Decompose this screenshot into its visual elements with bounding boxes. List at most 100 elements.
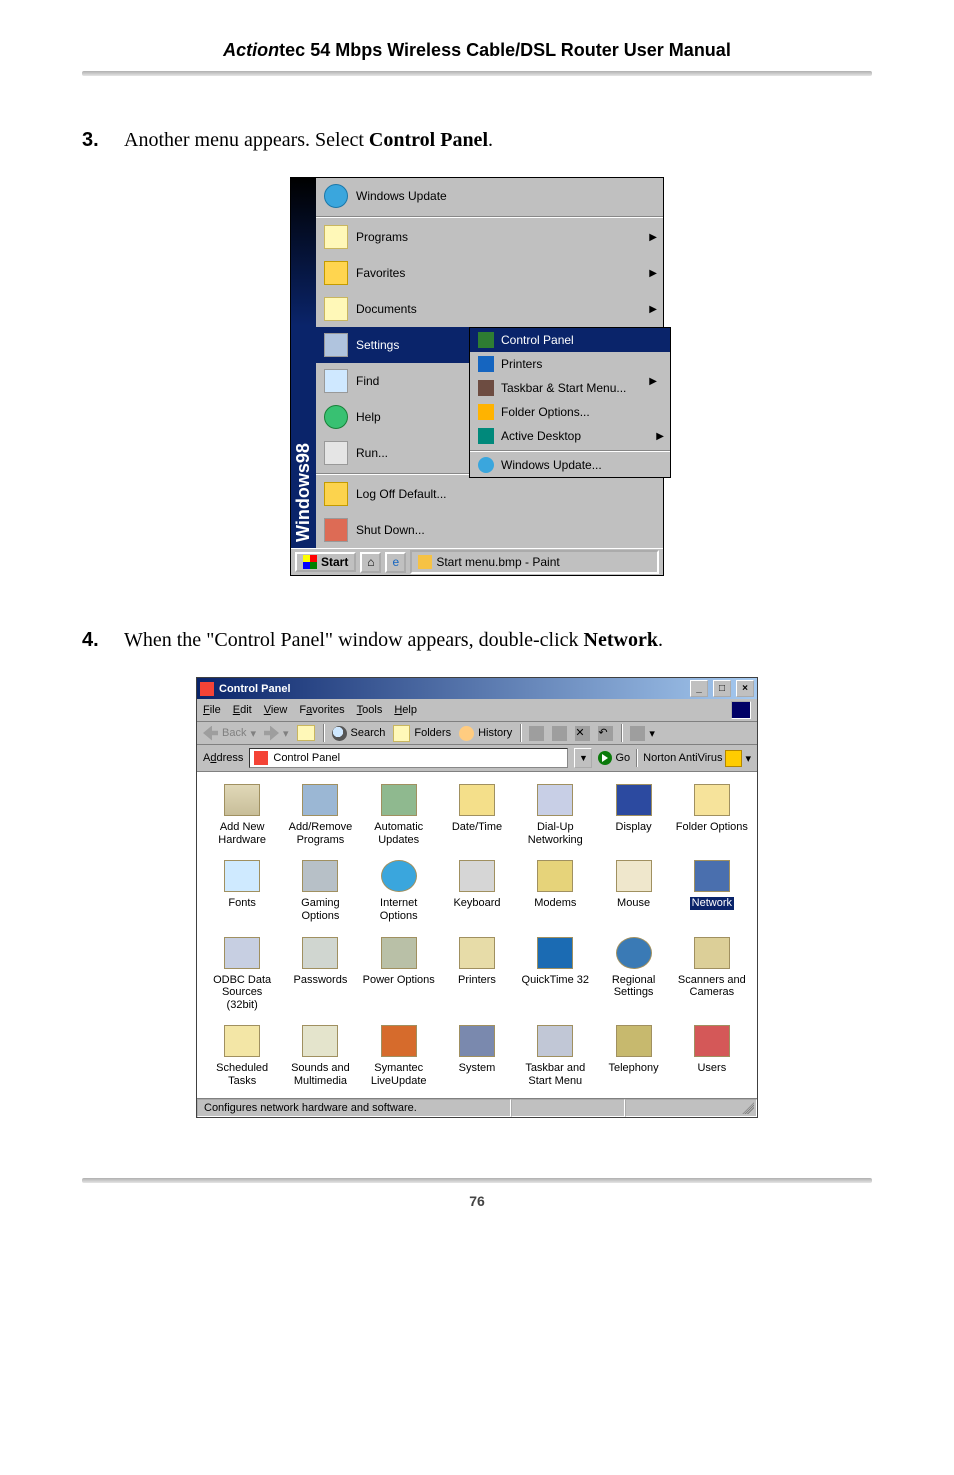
item-system[interactable]: System: [440, 1025, 514, 1087]
brand-bold: Action: [223, 40, 279, 60]
back-button[interactable]: Back ▾: [203, 726, 256, 741]
folders-icon: [393, 725, 410, 742]
scanners-icon: [694, 937, 730, 969]
item-symantec[interactable]: Symantec LiveUpdate: [362, 1025, 436, 1087]
item-modems[interactable]: Modems: [518, 860, 592, 922]
status-text: Configures network hardware and software…: [197, 1099, 511, 1117]
status-cell-3: [625, 1099, 757, 1117]
item-display[interactable]: Display: [596, 784, 670, 846]
forward-button[interactable]: ▾: [264, 726, 289, 741]
item-gaming-options[interactable]: Gaming Options: [283, 860, 357, 922]
item-folder-options[interactable]: Folder Options: [675, 784, 749, 846]
regional-icon: [616, 937, 652, 969]
menu-tools[interactable]: Tools: [357, 704, 383, 716]
documents-icon: [324, 297, 348, 321]
programs-icon: [324, 225, 348, 249]
control-panel-small-icon: [254, 751, 268, 765]
search-button[interactable]: Search: [332, 726, 386, 741]
minimize-button[interactable]: _: [690, 680, 708, 697]
quick-launch-ie-icon[interactable]: e: [385, 552, 406, 573]
folders-button[interactable]: Folders: [393, 725, 451, 742]
item-power-options[interactable]: Power Options: [362, 937, 436, 1012]
history-button[interactable]: History: [459, 726, 512, 741]
menu-edit[interactable]: Edit: [233, 704, 252, 716]
item-scheduled-tasks[interactable]: Scheduled Tasks: [205, 1025, 279, 1087]
resize-grip-icon[interactable]: [742, 1102, 754, 1114]
folder-up-icon: [297, 725, 315, 741]
menu-help[interactable]: Help: [394, 704, 417, 716]
passwords-icon: [302, 937, 338, 969]
toolbar-move-icon[interactable]: [529, 726, 544, 741]
add-hardware-icon: [224, 784, 260, 816]
control-panel-grid: Add New Hardware Add/Remove Programs Aut…: [197, 772, 757, 1098]
delete-icon: ✕: [575, 726, 590, 741]
power-icon: [381, 937, 417, 969]
item-regional[interactable]: Regional Settings: [596, 937, 670, 1012]
toolbar-undo-icon[interactable]: ↶: [598, 726, 613, 741]
item-mouse[interactable]: Mouse: [596, 860, 670, 922]
menu-file[interactable]: File: [203, 704, 221, 716]
help-icon: [324, 405, 348, 429]
item-date-time[interactable]: Date/Time: [440, 784, 514, 846]
maximize-button[interactable]: □: [713, 680, 731, 697]
step-4: 4. When the "Control Panel" window appea…: [82, 626, 872, 655]
screenshot-start-menu: Windows98 Windows Update Programs ▶ Favo…: [290, 177, 664, 576]
up-button[interactable]: [297, 725, 315, 741]
menu-shut-down[interactable]: Shut Down...: [316, 512, 663, 548]
menu-view[interactable]: View: [264, 704, 288, 716]
item-network[interactable]: Network: [675, 860, 749, 922]
go-button[interactable]: Go: [598, 751, 630, 765]
item-odbc[interactable]: ODBC Data Sources (32bit): [205, 937, 279, 1012]
item-printers[interactable]: Printers: [440, 937, 514, 1012]
item-scanners[interactable]: Scanners and Cameras: [675, 937, 749, 1012]
menu-find[interactable]: Find ▶: [316, 363, 663, 399]
close-button[interactable]: ×: [736, 680, 754, 697]
menu-log-off[interactable]: Log Off Default...: [316, 476, 663, 512]
menu-run[interactable]: Run...: [316, 435, 663, 471]
item-keyboard[interactable]: Keyboard: [440, 860, 514, 922]
taskbar-button-paint[interactable]: Start menu.bmp - Paint: [410, 550, 659, 574]
item-add-new-hardware[interactable]: Add New Hardware: [205, 784, 279, 846]
item-fonts[interactable]: Fonts: [205, 860, 279, 922]
menu-programs[interactable]: Programs ▶: [316, 219, 663, 255]
menu-documents[interactable]: Documents ▶: [316, 291, 663, 327]
step-number: 3.: [82, 126, 124, 155]
keyboard-icon: [459, 860, 495, 892]
toolbar-copy-icon[interactable]: [552, 726, 567, 741]
page-number: 76: [82, 1193, 872, 1209]
address-bar: Address Control Panel ▼ Go Norton AntiVi…: [197, 745, 757, 772]
header-rule: [82, 71, 872, 76]
sounds-icon: [302, 1025, 338, 1057]
start-button[interactable]: Start: [295, 552, 356, 572]
menu-help[interactable]: Help: [316, 399, 663, 435]
item-add-remove-programs[interactable]: Add/Remove Programs: [283, 784, 357, 846]
logoff-icon: [324, 482, 348, 506]
item-taskbar[interactable]: Taskbar and Start Menu: [518, 1025, 592, 1087]
submenu-control-panel[interactable]: Control Panel: [470, 328, 670, 352]
norton-antivirus-toolbar[interactable]: Norton AntiVirus ▾: [643, 750, 751, 767]
toolbar-views-button[interactable]: ▾: [630, 726, 655, 741]
scheduled-tasks-icon: [224, 1025, 260, 1057]
chevron-right-icon: ▶: [649, 376, 657, 387]
address-dropdown-button[interactable]: ▼: [574, 748, 592, 768]
item-automatic-updates[interactable]: Automatic Updates: [362, 784, 436, 846]
menu-windows-update[interactable]: Windows Update: [316, 178, 663, 214]
item-quicktime[interactable]: QuickTime 32: [518, 937, 592, 1012]
globe-icon: [324, 184, 348, 208]
menu-favorites[interactable]: Favorites: [299, 704, 344, 716]
item-telephony[interactable]: Telephony: [596, 1025, 670, 1087]
item-users[interactable]: Users: [675, 1025, 749, 1087]
item-dial-up[interactable]: Dial-Up Networking: [518, 784, 592, 846]
item-sounds[interactable]: Sounds and Multimedia: [283, 1025, 357, 1087]
menu-favorites[interactable]: Favorites ▶: [316, 255, 663, 291]
address-input[interactable]: Control Panel: [249, 748, 568, 768]
taskbar: Start ⌂ e Start menu.bmp - Paint: [291, 548, 663, 575]
status-bar: Configures network hardware and software…: [197, 1098, 757, 1117]
internet-icon: [381, 860, 417, 892]
quick-launch-icon[interactable]: ⌂: [360, 552, 381, 573]
toolbar-delete-icon[interactable]: ✕: [575, 726, 590, 741]
item-passwords[interactable]: Passwords: [283, 937, 357, 1012]
menu-separator: [316, 216, 663, 217]
item-internet-options[interactable]: Internet Options: [362, 860, 436, 922]
odbc-icon: [224, 937, 260, 969]
